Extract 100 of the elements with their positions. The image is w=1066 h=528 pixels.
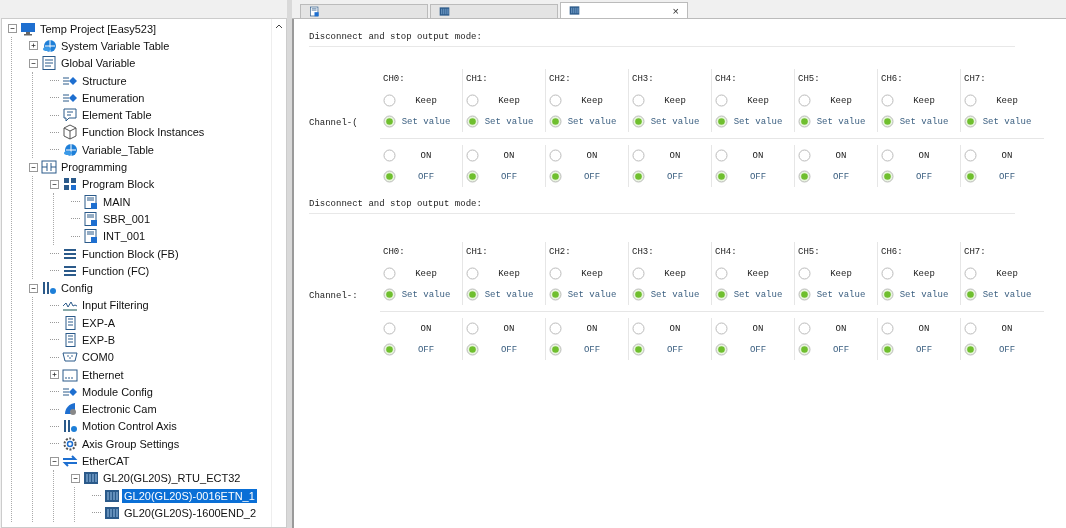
radio-button[interactable] [881,322,894,335]
radio-button[interactable] [798,170,811,183]
radio-button[interactable] [632,288,645,301]
radio-button[interactable] [964,288,977,301]
radio-button[interactable] [881,288,894,301]
tree-item[interactable]: COM0 [80,350,116,365]
tree-item[interactable]: MAIN [101,194,133,209]
radio-button[interactable] [549,115,562,128]
editor-tab[interactable] [430,4,558,18]
tree-item[interactable]: Config [59,281,95,296]
radio-button[interactable] [549,149,562,162]
radio-button[interactable] [798,115,811,128]
expand-toggle-icon[interactable] [50,370,59,380]
expand-toggle-icon[interactable] [29,41,38,51]
radio-button[interactable] [964,322,977,335]
radio-button[interactable] [632,94,645,107]
collapse-toggle-icon[interactable] [8,24,17,34]
collapse-toggle-icon[interactable] [50,456,59,466]
radio-button[interactable] [715,322,728,335]
editor-tab[interactable] [300,4,428,18]
radio-button[interactable] [881,267,894,280]
radio-button[interactable] [383,322,396,335]
radio-button[interactable] [715,149,728,162]
tree-item[interactable]: INT_001 [101,229,148,244]
scroll-up-icon[interactable] [275,23,283,29]
radio-button[interactable] [549,170,562,183]
tree-item[interactable]: Programming [59,160,130,174]
radio-button[interactable] [383,343,396,356]
tree-item[interactable]: Variable_Table [80,142,156,157]
collapse-toggle-icon[interactable] [29,58,38,68]
collapse-toggle-icon[interactable] [71,473,80,483]
radio-button[interactable] [964,94,977,107]
tree-item[interactable]: Function Block Instances [80,125,207,140]
tree-item[interactable]: Module Config [80,384,155,399]
tree-item[interactable]: Ethernet [80,367,126,382]
radio-button[interactable] [881,170,894,183]
radio-button[interactable] [881,115,894,128]
close-tab-button[interactable]: × [672,4,679,17]
radio-button[interactable] [715,115,728,128]
tree-item[interactable]: Motion Control Axis [80,419,179,434]
radio-button[interactable] [466,149,479,162]
radio-button[interactable] [466,94,479,107]
collapse-toggle-icon[interactable] [29,283,38,293]
radio-button[interactable] [383,170,396,183]
tree-item[interactable]: Electronic Cam [80,402,159,417]
tree-item[interactable]: Structure [80,73,129,88]
radio-button[interactable] [549,343,562,356]
radio-button[interactable] [383,115,396,128]
tree-item[interactable]: Program Block [80,177,157,192]
radio-button[interactable] [798,288,811,301]
radio-button[interactable] [964,149,977,162]
tree-item[interactable]: GL20(GL20S)-1600END_2 [122,505,259,520]
radio-button[interactable] [466,343,479,356]
radio-button[interactable] [383,267,396,280]
radio-button[interactable] [715,267,728,280]
radio-button[interactable] [964,170,977,183]
radio-button[interactable] [549,288,562,301]
radio-button[interactable] [715,94,728,107]
tree-item[interactable]: GL20(GL20S)-0016ETN_1 [122,488,257,503]
radio-button[interactable] [383,94,396,107]
collapse-toggle-icon[interactable] [50,179,59,189]
radio-button[interactable] [383,149,396,162]
radio-button[interactable] [466,322,479,335]
radio-button[interactable] [549,267,562,280]
tree-item[interactable]: Temp Project [Easy523] [38,21,159,36]
radio-button[interactable] [632,115,645,128]
radio-button[interactable] [715,288,728,301]
radio-button[interactable] [881,149,894,162]
radio-button[interactable] [964,267,977,280]
radio-button[interactable] [383,288,396,301]
radio-button[interactable] [881,343,894,356]
tree-item[interactable]: Global Variable [59,56,138,71]
radio-button[interactable] [964,115,977,128]
tree-item[interactable]: EXP-A [80,315,117,330]
tree-item[interactable]: Function Block (FB) [80,246,181,261]
tree-item[interactable]: Enumeration [80,90,147,105]
radio-button[interactable] [798,343,811,356]
radio-button[interactable] [466,267,479,280]
radio-button[interactable] [632,170,645,183]
radio-button[interactable] [632,322,645,335]
radio-button[interactable] [798,267,811,280]
radio-button[interactable] [715,170,728,183]
editor-tab[interactable]: × [560,2,688,18]
radio-button[interactable] [798,149,811,162]
radio-button[interactable] [632,267,645,280]
tree-item[interactable]: EtherCAT [80,454,132,469]
radio-button[interactable] [798,322,811,335]
radio-button[interactable] [466,288,479,301]
radio-button[interactable] [632,343,645,356]
radio-button[interactable] [466,115,479,128]
radio-button[interactable] [798,94,811,107]
radio-button[interactable] [715,343,728,356]
tree-item[interactable]: Input Filtering [80,298,151,313]
tree-item[interactable]: EXP-B [80,333,117,347]
tree-item[interactable]: GL20(GL20S)_RTU_ECT32 [101,471,243,486]
radio-button[interactable] [549,94,562,107]
radio-button[interactable] [549,322,562,335]
radio-button[interactable] [881,94,894,107]
collapse-toggle-icon[interactable] [29,162,38,172]
radio-button[interactable] [466,170,479,183]
